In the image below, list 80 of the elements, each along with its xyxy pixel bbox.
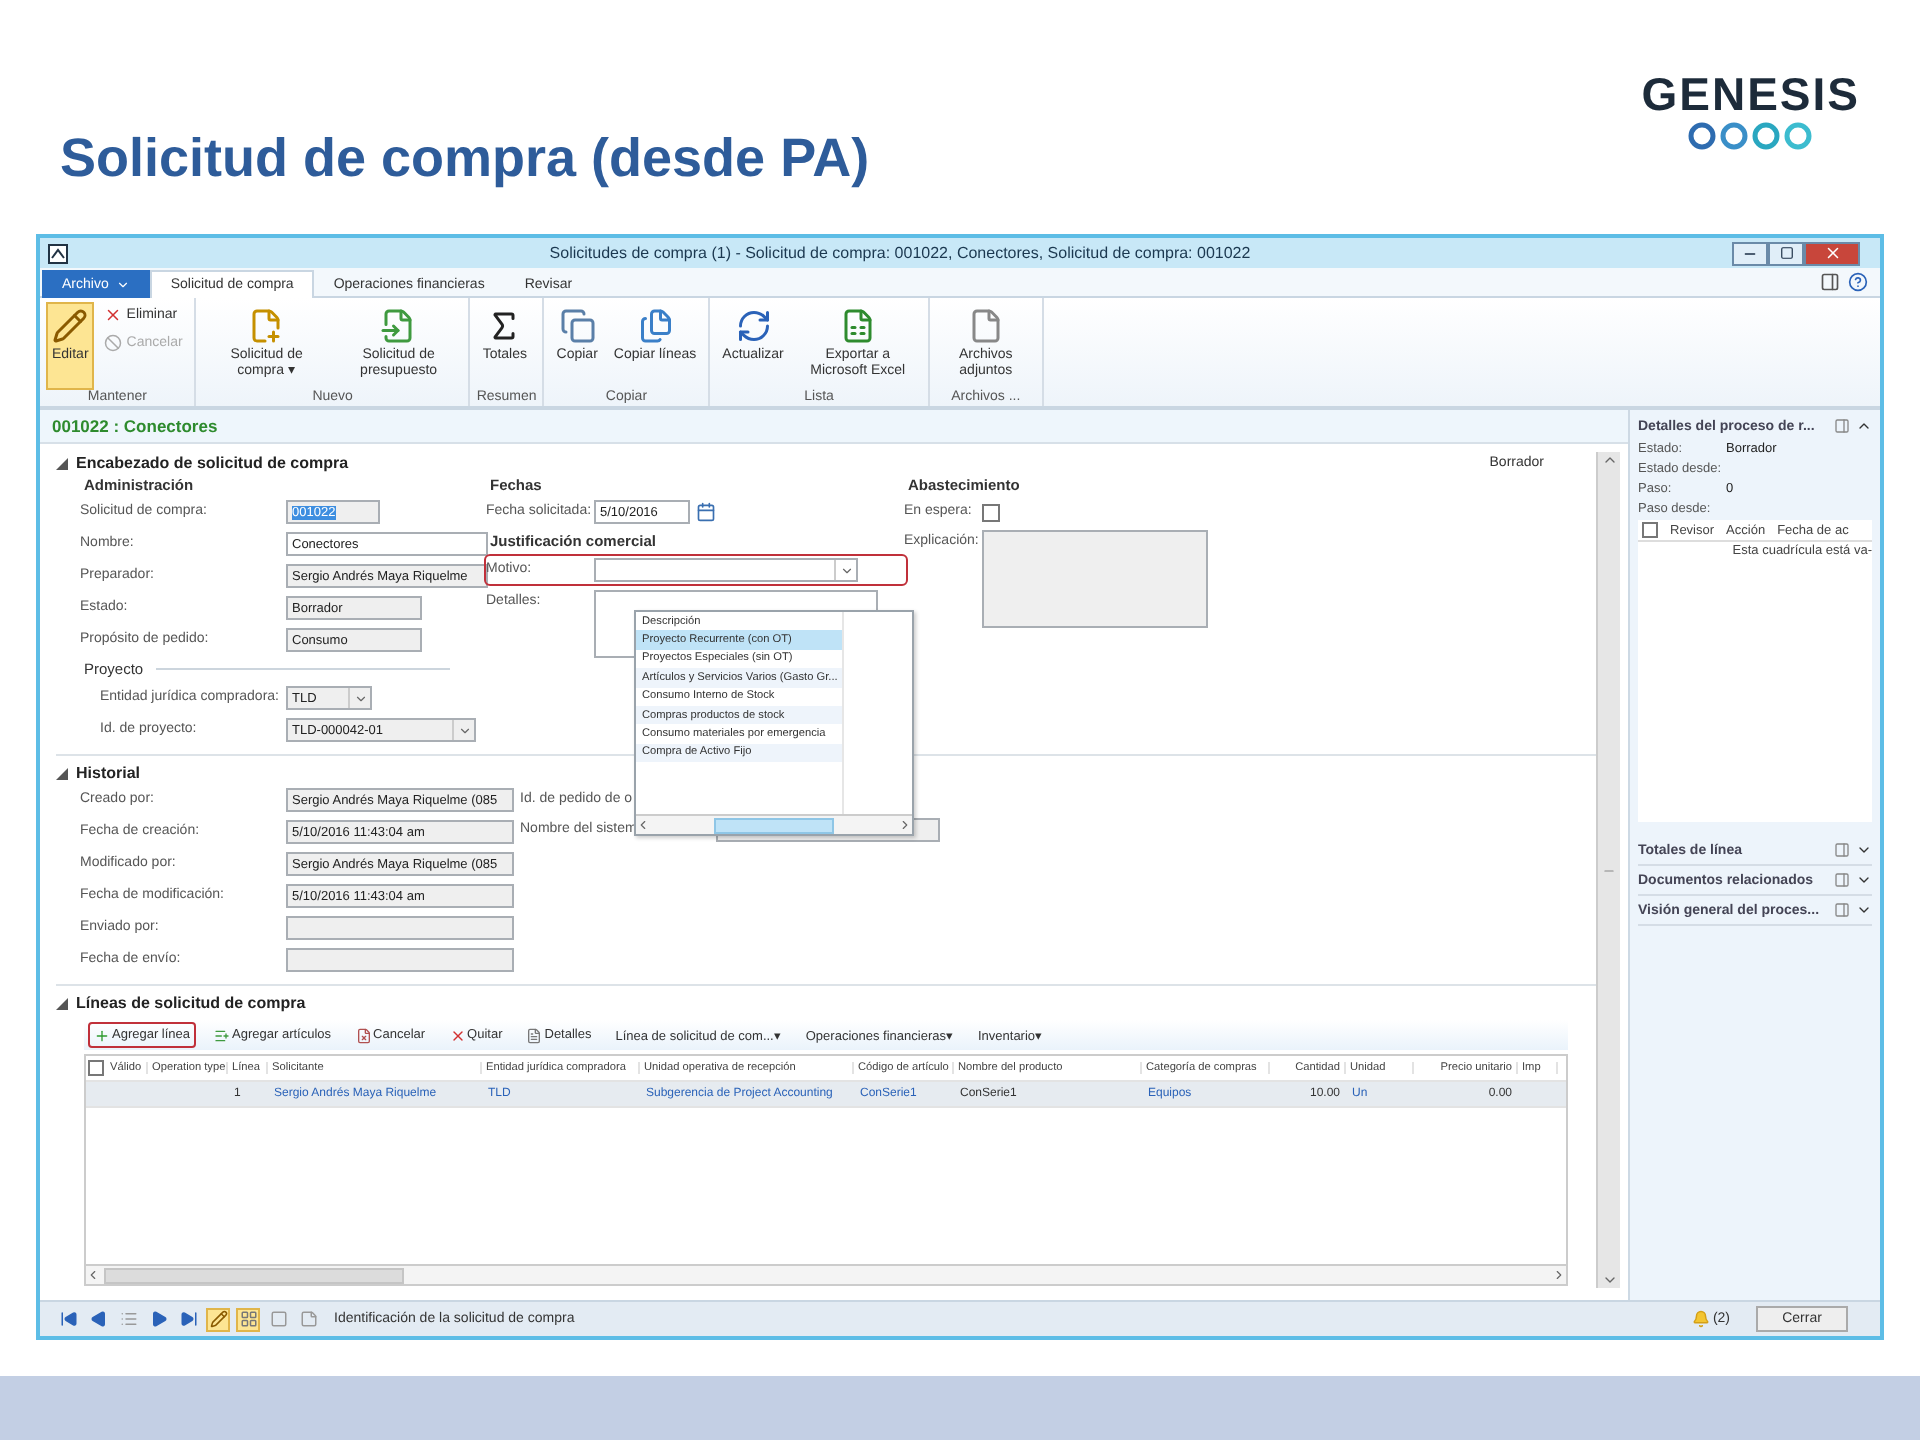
- document-arrow-icon: [380, 308, 417, 344]
- chevron-down-icon: [839, 563, 853, 577]
- add-list-icon: [214, 1027, 231, 1043]
- pencil-icon: [52, 308, 89, 344]
- help-icon[interactable]: [1848, 272, 1868, 292]
- details-icon: [526, 1027, 543, 1043]
- text-field[interactable]: [286, 948, 514, 972]
- add-icon: [94, 1027, 110, 1043]
- scroll-right-icon[interactable]: [1552, 1268, 1566, 1282]
- horizontal-scrollbar[interactable]: [636, 814, 912, 834]
- cancel-document-icon: [355, 1027, 372, 1043]
- pencil-icon: [209, 1310, 227, 1328]
- logo-rings-icon: [1688, 122, 1813, 150]
- scroll-up-icon[interactable]: [1601, 452, 1617, 468]
- memo-field[interactable]: [982, 530, 1208, 628]
- last-icon: [179, 1310, 197, 1328]
- maximize-icon: [1779, 246, 1793, 260]
- slide-title: Solicitud de compra (desde PA): [60, 128, 870, 190]
- close-button[interactable]: [1804, 241, 1860, 265]
- list-icon: [119, 1310, 137, 1328]
- first-icon: [59, 1310, 77, 1328]
- panel-icon[interactable]: [1834, 842, 1850, 858]
- expand-icon[interactable]: [1856, 902, 1872, 918]
- close-icon: [1823, 244, 1841, 262]
- scroll-left-icon[interactable]: [86, 1268, 100, 1282]
- chevron-down-icon: [353, 691, 367, 705]
- vertical-scrollbar[interactable]: [1596, 452, 1620, 1288]
- cancel-icon: [104, 334, 123, 352]
- grid-view-button[interactable]: [236, 1307, 260, 1331]
- expand-icon[interactable]: [1856, 842, 1872, 858]
- section-title: Líneas de solicitud de compra: [76, 994, 306, 1012]
- chevron-down-icon: [457, 723, 471, 737]
- collapse-icon[interactable]: [56, 457, 68, 469]
- minimize-button[interactable]: [1732, 241, 1768, 265]
- calendar-icon[interactable]: [696, 502, 716, 522]
- form-view-button[interactable]: [266, 1307, 290, 1331]
- refresh-icon: [735, 308, 772, 344]
- scroll-left-icon[interactable]: [636, 818, 650, 832]
- form-icon: [269, 1310, 287, 1328]
- last-record-button[interactable]: [176, 1307, 200, 1331]
- checkbox[interactable]: [1642, 522, 1658, 538]
- copy-icon: [559, 308, 596, 344]
- grid-icon: [239, 1310, 257, 1328]
- note-icon: [299, 1310, 317, 1328]
- document-icon: [967, 308, 1004, 344]
- maximize-button[interactable]: [1768, 241, 1804, 265]
- logo-text: GENESIS: [1641, 72, 1860, 118]
- checkbox[interactable]: [88, 1060, 104, 1076]
- spreadsheet-icon: [839, 308, 876, 344]
- document-star-icon: [248, 308, 285, 344]
- form-title: 001022 : Conectores: [40, 410, 1628, 442]
- panel-icon[interactable]: [1834, 418, 1850, 434]
- scroll-right-icon[interactable]: [898, 818, 912, 832]
- previous-record-button[interactable]: [86, 1307, 110, 1331]
- caret-icon: [116, 278, 131, 292]
- first-record-button[interactable]: [56, 1307, 80, 1331]
- dropdown-field[interactable]: [594, 558, 858, 582]
- text-field[interactable]: [286, 916, 514, 940]
- panel-icon[interactable]: [1834, 902, 1850, 918]
- documents-icon: [637, 308, 674, 344]
- panel-icon[interactable]: [1834, 872, 1850, 888]
- previous-icon: [89, 1310, 107, 1328]
- app-icon: [48, 243, 68, 263]
- checkbox[interactable]: [982, 504, 1000, 522]
- expand-icon[interactable]: [1856, 872, 1872, 888]
- scroll-down-icon[interactable]: [1601, 1272, 1617, 1288]
- document-button[interactable]: [296, 1307, 320, 1331]
- panel-icon[interactable]: [1820, 272, 1840, 292]
- section-title: Encabezado de solicitud de compra: [76, 454, 349, 472]
- window-title: Solicitudes de compra (1) - Solicitud de compra: 001022, Conectores, Solicitud de compra: 001022: [547, 244, 1253, 262]
- section-title: Historial: [76, 764, 141, 782]
- collapse-icon[interactable]: [1856, 418, 1872, 434]
- delete-icon: [449, 1027, 466, 1043]
- bell-icon: [1692, 1310, 1711, 1328]
- collapse-icon[interactable]: [56, 767, 68, 779]
- delete-icon: [104, 306, 123, 324]
- edit-button[interactable]: [206, 1307, 230, 1331]
- next-icon: [149, 1310, 167, 1328]
- horizontal-scrollbar[interactable]: [86, 1264, 1566, 1284]
- collapse-icon[interactable]: [56, 997, 68, 1009]
